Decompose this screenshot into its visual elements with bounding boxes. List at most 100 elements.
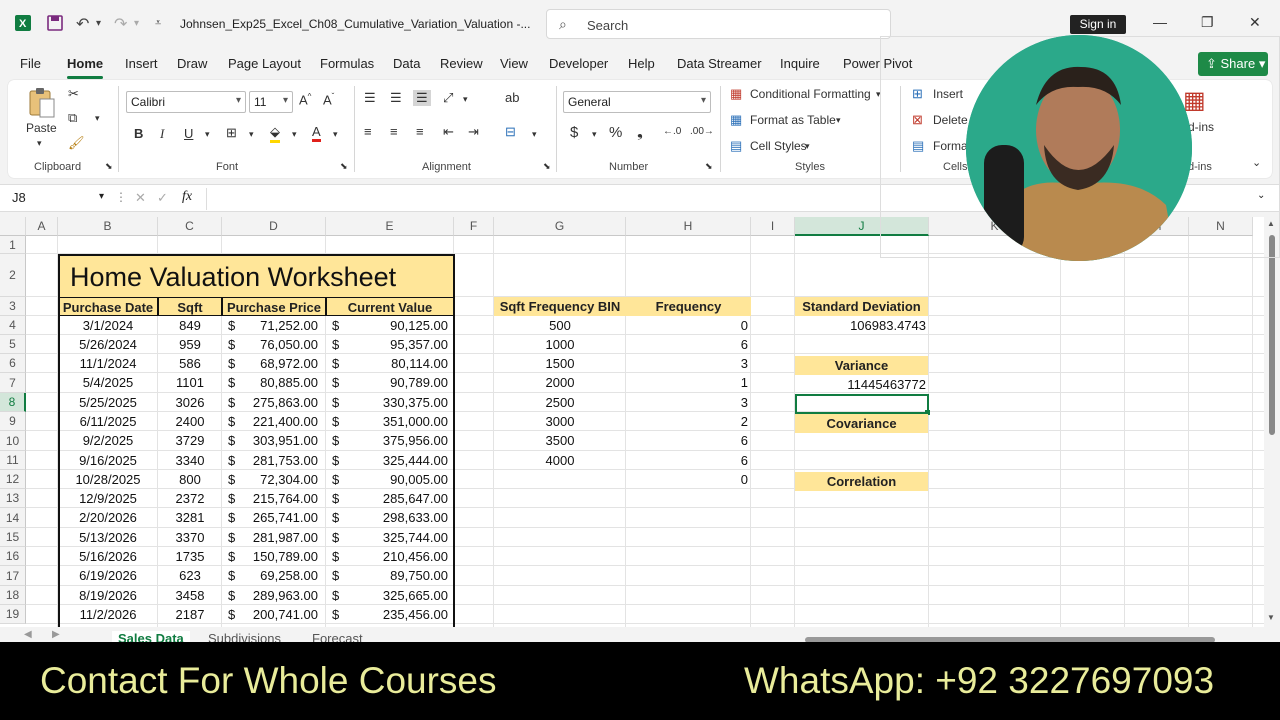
format-cells-icon[interactable]: ▤: [912, 138, 924, 154]
tab-draw[interactable]: Draw: [177, 56, 207, 71]
purchase-date-cell[interactable]: 8/19/2026: [58, 588, 158, 603]
row-header-6[interactable]: 6: [0, 354, 26, 373]
purchase-date-cell[interactable]: 5/26/2024: [58, 337, 158, 352]
col-header-g[interactable]: G: [494, 217, 626, 236]
sqft-cell[interactable]: 2372: [158, 491, 222, 506]
purchase-date-cell[interactable]: 3/1/2024: [58, 318, 158, 333]
sqft-cell[interactable]: 3281: [158, 510, 222, 525]
align-center-icon[interactable]: ≡: [390, 124, 398, 139]
merge-dropdown-icon[interactable]: ▾: [532, 129, 537, 140]
collapse-ribbon-icon[interactable]: ⌄: [1252, 156, 1261, 169]
cell-styles-icon[interactable]: ▤: [730, 138, 742, 154]
bin-value-cell[interactable]: 1500: [494, 356, 626, 371]
row-header-11[interactable]: 11: [0, 451, 26, 470]
sqft-cell[interactable]: 2187: [158, 607, 222, 622]
table-header-cell[interactable]: Current Value: [326, 297, 454, 316]
undo-icon[interactable]: ↶: [76, 14, 89, 34]
purchase-price-cell[interactable]: 69,258.00: [240, 568, 318, 583]
add-ins-icon[interactable]: ▦: [1183, 86, 1206, 115]
row-header-12[interactable]: 12: [0, 470, 26, 489]
sqft-cell[interactable]: 849: [158, 318, 222, 333]
customize-toolbar-icon[interactable]: ⩡: [155, 17, 161, 30]
row-header-1[interactable]: 1: [0, 236, 26, 254]
purchase-date-cell[interactable]: 12/9/2025: [58, 491, 158, 506]
share-button[interactable]: ⇪ Share ▾: [1198, 52, 1268, 76]
frequency-value-cell[interactable]: 1: [626, 375, 748, 390]
undo-dropdown-icon[interactable]: ▾: [96, 18, 101, 29]
scroll-down-icon[interactable]: ▼: [1267, 613, 1275, 622]
purchase-price-cell[interactable]: 71,252.00: [240, 318, 318, 333]
purchase-price-cell[interactable]: 281,753.00: [240, 453, 318, 468]
conditional-formatting-button[interactable]: Conditional Formatting: [750, 87, 871, 101]
cancel-icon[interactable]: ✕: [135, 190, 146, 206]
purchase-date-cell[interactable]: 2/20/2026: [58, 510, 158, 525]
table-header-cell[interactable]: Purchase Date: [58, 297, 158, 316]
std-label-cell[interactable]: Standard Deviation: [795, 297, 928, 316]
fill-color-icon[interactable]: ⬙: [270, 124, 280, 143]
scroll-up-icon[interactable]: ▲: [1267, 219, 1275, 228]
vertical-scrollbar[interactable]: ▲ ▼: [1264, 217, 1280, 627]
align-top-icon[interactable]: ☰: [364, 90, 376, 106]
tab-page-layout[interactable]: Page Layout: [228, 56, 301, 71]
col-header-f[interactable]: F: [454, 217, 494, 236]
tab-data-streamer[interactable]: Data Streamer: [677, 56, 762, 71]
enter-icon[interactable]: ✓: [157, 190, 168, 206]
sqft-cell[interactable]: 586: [158, 356, 222, 371]
search-box[interactable]: ⌕ Search: [546, 9, 891, 39]
italic-icon[interactable]: I: [160, 126, 164, 142]
frequency-value-cell[interactable]: 6: [626, 337, 748, 352]
number-launcher-icon[interactable]: ⬊: [705, 161, 713, 172]
purchase-date-cell[interactable]: 5/25/2025: [58, 395, 158, 410]
frequency-value-cell[interactable]: 6: [626, 453, 748, 468]
bin-value-cell[interactable]: 3000: [494, 414, 626, 429]
purchase-price-cell[interactable]: 221,400.00: [240, 414, 318, 429]
restore-icon[interactable]: ❐: [1201, 14, 1214, 31]
col-header-d[interactable]: D: [222, 217, 326, 236]
sqft-cell[interactable]: 1735: [158, 549, 222, 564]
insert-function-icon[interactable]: fx: [182, 189, 192, 205]
purchase-date-cell[interactable]: 11/1/2024: [58, 356, 158, 371]
tab-developer[interactable]: Developer: [549, 56, 608, 71]
purchase-price-cell[interactable]: 80,885.00: [240, 375, 318, 390]
font-color-icon[interactable]: A: [312, 124, 321, 142]
bin-value-cell[interactable]: 2000: [494, 375, 626, 390]
col-header-i[interactable]: I: [751, 217, 795, 236]
active-cell-j8[interactable]: [795, 394, 929, 414]
bin-value-cell[interactable]: 3500: [494, 433, 626, 448]
copy-icon[interactable]: ⧉: [68, 110, 77, 126]
purchase-price-cell[interactable]: 281,987.00: [240, 530, 318, 545]
format-as-table-button[interactable]: Format as Table: [750, 113, 836, 127]
tab-formulas[interactable]: Formulas: [320, 56, 374, 71]
tab-data[interactable]: Data: [393, 56, 420, 71]
format-painter-icon[interactable]: 🖌: [68, 135, 85, 151]
current-value-cell[interactable]: 285,647.00: [346, 491, 448, 506]
purchase-date-cell[interactable]: 10/28/2025: [58, 472, 158, 487]
paste-button[interactable]: Paste: [26, 121, 57, 135]
purchase-price-cell[interactable]: 200,741.00: [240, 607, 318, 622]
row-header-9[interactable]: 9: [0, 412, 26, 431]
sqft-cell[interactable]: 2400: [158, 414, 222, 429]
font-launcher-icon[interactable]: ⬊: [340, 161, 348, 172]
frequency-value-cell[interactable]: 0: [626, 318, 748, 333]
current-value-cell[interactable]: 235,456.00: [346, 607, 448, 622]
col-header-h[interactable]: H: [626, 217, 751, 236]
sqft-cell[interactable]: 3729: [158, 433, 222, 448]
bin-value-cell[interactable]: 500: [494, 318, 626, 333]
tab-inquire[interactable]: Inquire: [780, 56, 820, 71]
purchase-date-cell[interactable]: 9/2/2025: [58, 433, 158, 448]
variance-label-cell[interactable]: Variance: [795, 356, 928, 375]
alignment-launcher-icon[interactable]: ⬊: [543, 161, 551, 172]
scroll-thumb[interactable]: [1269, 235, 1275, 435]
row-header-4[interactable]: 4: [0, 316, 26, 335]
align-bottom-icon[interactable]: ☰: [413, 90, 431, 106]
fill-dropdown-icon[interactable]: ▾: [292, 129, 297, 140]
table-header-cell[interactable]: Purchase Price: [222, 297, 326, 316]
row-header-15[interactable]: 15: [0, 528, 26, 547]
insert-cells-button[interactable]: Insert: [933, 87, 963, 101]
row-header-13[interactable]: 13: [0, 489, 26, 508]
conditional-formatting-icon[interactable]: ▦: [730, 86, 742, 102]
sqft-cell[interactable]: 3458: [158, 588, 222, 603]
sqft-cell[interactable]: 623: [158, 568, 222, 583]
row-header-8[interactable]: 8: [0, 393, 26, 412]
purchase-price-cell[interactable]: 265,741.00: [240, 510, 318, 525]
